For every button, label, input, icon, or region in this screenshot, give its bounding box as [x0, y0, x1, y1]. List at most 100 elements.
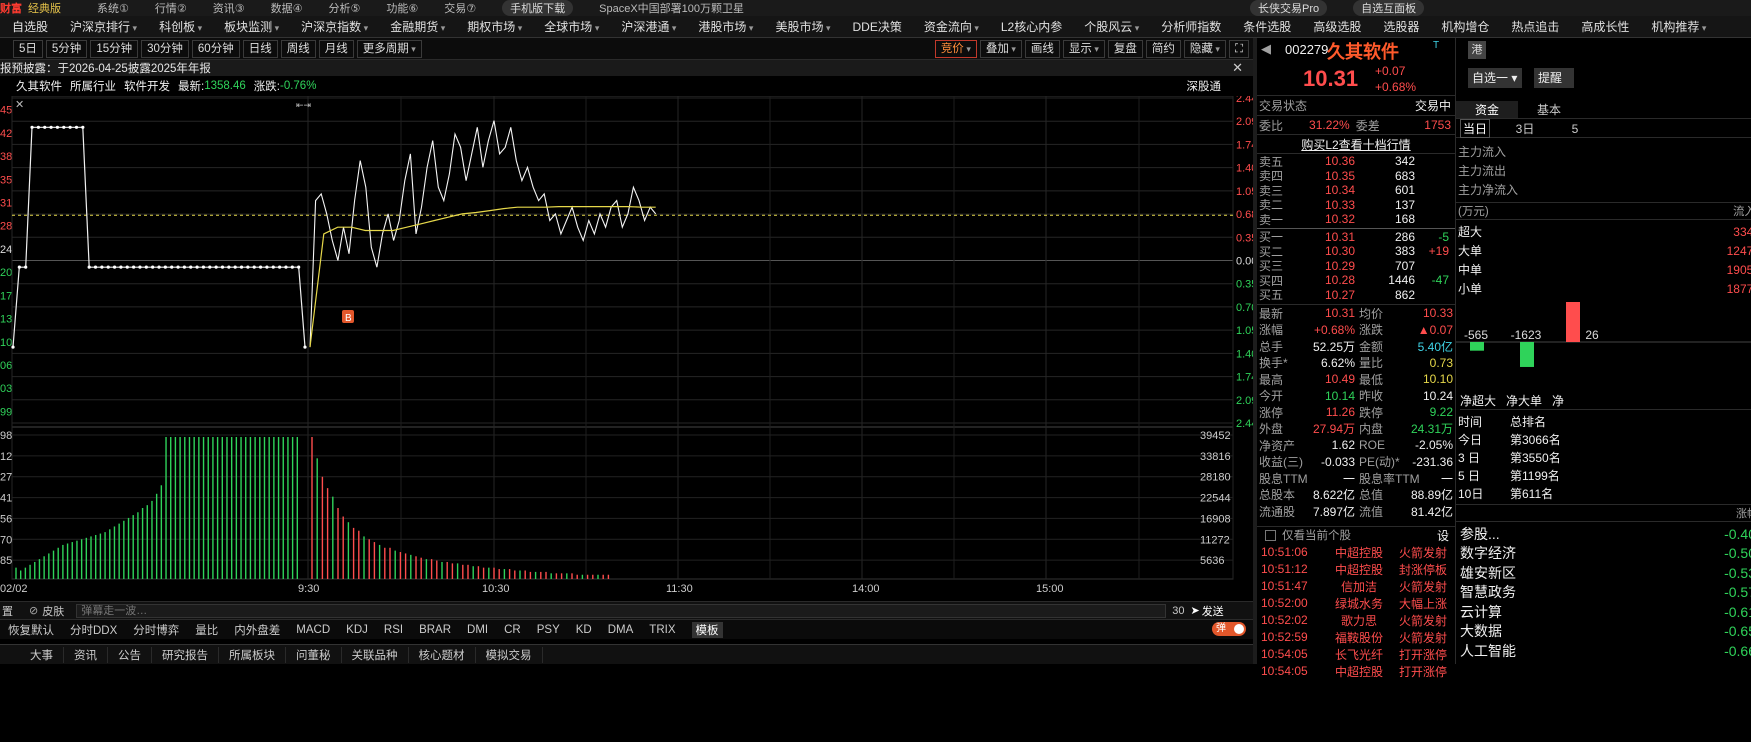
- chart-option-button[interactable]: 简约: [1145, 39, 1181, 58]
- period-button[interactable]: 30分钟: [141, 39, 189, 58]
- indicator-tab[interactable]: KD: [576, 624, 592, 636]
- alert-row[interactable]: 10:52:02 歌力思 火箭发射: [1257, 612, 1455, 629]
- alert-row[interactable]: 10:51:06 中超控股 火箭发射: [1257, 544, 1455, 561]
- indicator-tab[interactable]: TRIX: [649, 624, 675, 636]
- indicator-tab[interactable]: 恢复默认: [8, 622, 54, 638]
- period-button[interactable]: 周线: [280, 39, 316, 58]
- indicator-tab[interactable]: DMI: [467, 624, 488, 636]
- chart-option-button[interactable]: 隐藏: [1183, 39, 1226, 58]
- menu-function[interactable]: 功能⑥: [386, 0, 418, 16]
- alert-row[interactable]: 10:52:59 福鞍股份 火箭发射: [1257, 629, 1455, 646]
- menu-item[interactable]: 美股市场: [763, 18, 840, 35]
- chart-option-button[interactable]: 显示: [1062, 39, 1105, 58]
- ask-level[interactable]: 卖一 10.32 168: [1257, 212, 1455, 227]
- tab-today[interactable]: 当日: [1460, 119, 1490, 138]
- sector-row[interactable]: 人工智能 -0.66: [1460, 641, 1751, 661]
- bottom-tab[interactable]: 关联品种: [342, 646, 409, 663]
- mobile-download-button[interactable]: 手机版下载: [502, 0, 574, 16]
- menu-item[interactable]: 分析师指数: [1149, 18, 1231, 35]
- indicator-tab[interactable]: CR: [504, 624, 521, 636]
- indicator-tab[interactable]: PSY: [537, 624, 560, 636]
- alert-row[interactable]: 10:51:47 信加洁 火箭发射: [1257, 578, 1455, 595]
- menu-item[interactable]: 沪深京指数: [289, 18, 378, 35]
- menu-item[interactable]: 板块监测: [212, 18, 289, 35]
- only-current-checkbox[interactable]: [1265, 529, 1276, 541]
- sector-row[interactable]: 智慧政务 -0.57: [1460, 583, 1751, 603]
- menu-trade[interactable]: 交易⑦: [444, 0, 476, 16]
- tab-5day[interactable]: 5: [1560, 122, 1590, 136]
- alert-stock[interactable]: 中超控股: [1327, 663, 1391, 680]
- tab-basic[interactable]: 基本: [1518, 101, 1580, 118]
- send-button[interactable]: 发送: [1202, 603, 1224, 619]
- buy-l2-link[interactable]: 购买L2查看十档行情: [1301, 136, 1410, 153]
- menu-item[interactable]: 个股风云: [1072, 18, 1149, 35]
- menu-item[interactable]: 高级选股: [1301, 18, 1371, 35]
- menu-item[interactable]: 自选股: [0, 18, 58, 35]
- alert-row[interactable]: 10:51:12 中超控股 封涨停板: [1257, 561, 1455, 578]
- hk-tag[interactable]: 港: [1468, 41, 1486, 59]
- chart-option-button[interactable]: 竞价: [934, 39, 977, 58]
- alert-row[interactable]: 10:54:05 长飞光纤 打开涨停: [1257, 646, 1455, 663]
- bottom-tab[interactable]: 大事: [20, 646, 64, 663]
- bottom-tab[interactable]: 核心题材: [409, 646, 476, 663]
- indicator-tab[interactable]: 模板: [691, 621, 723, 638]
- bottom-tab[interactable]: 所属板块: [219, 646, 286, 663]
- alert-button[interactable]: 提醒: [1534, 68, 1574, 88]
- sector-row[interactable]: 数字经济 -0.50: [1460, 544, 1751, 564]
- alert-stock[interactable]: 长飞光纤: [1327, 646, 1391, 663]
- sector-name[interactable]: 参股...: [1460, 524, 1500, 544]
- indicator-tab[interactable]: DMA: [608, 624, 634, 636]
- alert-stock[interactable]: 中超控股: [1327, 561, 1391, 578]
- period-button[interactable]: 更多周期: [356, 39, 422, 58]
- menu-item[interactable]: 热点追击: [1499, 18, 1569, 35]
- industry-value[interactable]: 软件开发: [124, 78, 170, 94]
- bottom-tab[interactable]: 研究报告: [152, 646, 219, 663]
- sector-row[interactable]: 大数据 -0.65: [1460, 622, 1751, 642]
- period-button[interactable]: 5分钟: [45, 39, 88, 58]
- menu-item[interactable]: 金融期货: [378, 18, 455, 35]
- sector-row[interactable]: 参股... -0.40: [1460, 524, 1751, 544]
- alert-stock[interactable]: 绿城水务: [1327, 595, 1391, 612]
- bottom-tab[interactable]: 问董秘: [286, 646, 342, 663]
- send-icon[interactable]: ➤: [1190, 604, 1199, 617]
- menu-item[interactable]: 期权市场: [455, 18, 532, 35]
- chart-option-button[interactable]: 叠加: [979, 39, 1022, 58]
- sector-name[interactable]: 人工智能: [1460, 641, 1516, 661]
- menu-item[interactable]: 沪深京排行: [58, 18, 147, 35]
- sector-row[interactable]: 云计算 -0.61: [1460, 602, 1751, 622]
- alert-stock[interactable]: 中超控股: [1327, 544, 1391, 561]
- menu-item[interactable]: 机构推荐: [1639, 18, 1716, 35]
- news-headline-link[interactable]: SpaceX中国部署100万颗卫星: [599, 0, 744, 16]
- alert-row[interactable]: 10:54:05 中超控股 打开涨停: [1257, 663, 1455, 680]
- settings-label[interactable]: 置: [2, 603, 13, 619]
- add-watchlist-button[interactable]: 自选一 ▾: [1468, 68, 1522, 88]
- alert-row[interactable]: 10:52:00 绿城水务 大幅上涨: [1257, 595, 1455, 612]
- indicator-tab[interactable]: KDJ: [346, 624, 368, 636]
- menu-market[interactable]: 行情②: [155, 0, 187, 16]
- indicator-tab[interactable]: 量比: [195, 622, 218, 638]
- menu-system[interactable]: 系统①: [97, 0, 129, 16]
- menu-item[interactable]: 资金流向: [912, 18, 989, 35]
- indicator-tab[interactable]: RSI: [384, 624, 403, 636]
- sector-name[interactable]: 云计算: [1460, 602, 1502, 622]
- intraday-chart[interactable]: 2.44% 2.09% 1.74% 1.40% 1.05% 0.68% 0.35% 0.00%…: [0, 93, 1267, 601]
- danmaku-toggle[interactable]: 弹: [1212, 622, 1246, 636]
- menu-item[interactable]: 条件选股: [1231, 18, 1301, 35]
- bottom-tab[interactable]: 公告: [108, 646, 152, 663]
- intraday-chart-svg[interactable]: 2.44% 2.09% 1.74% 1.40% 1.05% 0.68% 0.35% 0.00%…: [0, 93, 1267, 601]
- sector-row[interactable]: 雄安新区 -0.53: [1460, 563, 1751, 583]
- menu-data[interactable]: 数据④: [271, 0, 303, 16]
- alert-stock[interactable]: 信加洁: [1327, 578, 1391, 595]
- chart-option-button[interactable]: 画线: [1024, 39, 1060, 58]
- sector-name[interactable]: 大数据: [1460, 621, 1502, 641]
- menu-item[interactable]: 选股器: [1371, 18, 1429, 35]
- period-button[interactable]: 60分钟: [191, 39, 240, 58]
- close-icon[interactable]: ✕: [1232, 60, 1243, 76]
- danmaku-input[interactable]: [76, 603, 1167, 618]
- prev-stock-icon[interactable]: ◀: [1261, 41, 1271, 57]
- menu-analysis[interactable]: 分析⑤: [329, 0, 361, 16]
- bottom-tab[interactable]: 模拟交易: [476, 646, 543, 663]
- skin-icon[interactable]: ⊘: [29, 604, 38, 617]
- menu-item[interactable]: 港股市场: [686, 18, 763, 35]
- menu-item[interactable]: DDE决策: [840, 18, 911, 35]
